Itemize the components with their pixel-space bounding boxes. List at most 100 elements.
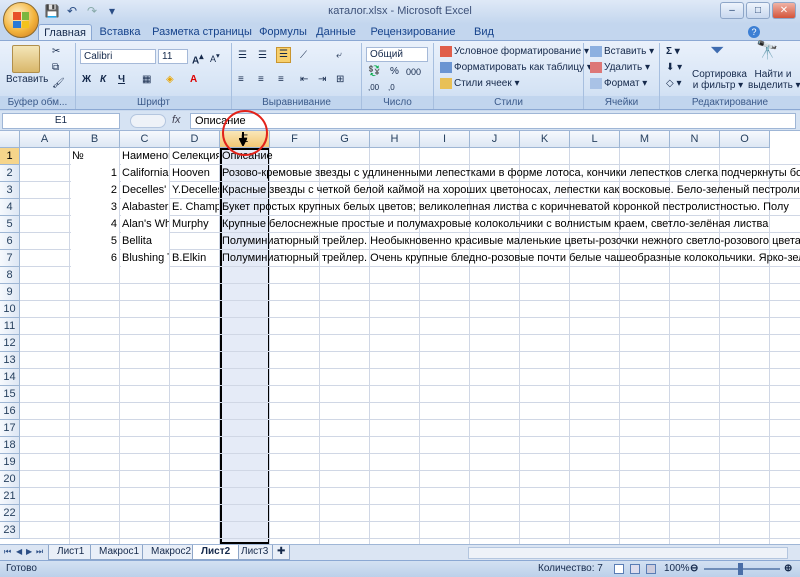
tab-view[interactable]: Вид [472, 24, 496, 40]
cell-c2[interactable]: California [121, 165, 169, 182]
tab-insert[interactable]: Вставка [96, 24, 144, 40]
cell-d1[interactable]: Селекция [171, 148, 219, 165]
borders-icon[interactable]: ▦ [142, 73, 151, 87]
column-header-l[interactable]: L [570, 131, 620, 148]
row-header-13[interactable]: 13 [0, 352, 20, 369]
align-top-icon[interactable]: ☰ [238, 49, 247, 63]
cell-c6[interactable]: Bellita [121, 233, 169, 250]
office-button[interactable] [3, 2, 39, 38]
cell-d5[interactable]: Murphy [171, 216, 219, 233]
cell-d2[interactable]: Hooven [171, 165, 219, 182]
help-icon[interactable]: ? [748, 26, 760, 38]
number-format-combo[interactable]: Общий [366, 47, 428, 62]
row-header-22[interactable]: 22 [0, 505, 20, 522]
tab-page-layout[interactable]: Разметка страницы [150, 24, 254, 40]
align-left-icon[interactable]: ≡ [238, 73, 244, 87]
tab-review[interactable]: Рецензирование [368, 24, 458, 40]
page-layout-view-icon[interactable] [630, 564, 640, 574]
conditional-formatting-button[interactable]: Условное форматирование ▾ [440, 45, 589, 59]
format-painter-icon[interactable]: 🖌 [52, 77, 65, 91]
increase-indent-icon[interactable]: ⇥ [318, 73, 326, 87]
row-header-20[interactable]: 20 [0, 471, 20, 488]
row-header-2[interactable]: 2 [0, 165, 20, 182]
cell-c3[interactable]: Decelles' [121, 182, 169, 199]
underline-icon[interactable]: Ч [118, 73, 125, 87]
minimize-button[interactable]: – [720, 2, 744, 19]
align-middle-icon[interactable]: ☰ [258, 49, 267, 63]
insert-function-icon[interactable]: fx [172, 114, 181, 126]
row-header-18[interactable]: 18 [0, 437, 20, 454]
column-header-f[interactable]: F [270, 131, 320, 148]
align-center-icon[interactable]: ≡ [258, 73, 264, 87]
name-box[interactable]: E1 [2, 113, 120, 129]
cell-e1[interactable]: Описание [221, 148, 800, 165]
row-header-5[interactable]: 5 [0, 216, 20, 233]
column-header-d[interactable]: D [170, 131, 220, 148]
cell-c5[interactable]: Alan's Wh [121, 216, 169, 233]
sheet-tab-list1[interactable]: Лист1 [48, 545, 94, 560]
column-header-n[interactable]: N [670, 131, 720, 148]
sheet-tab-macro1[interactable]: Макрос1 [90, 545, 149, 560]
italic-icon[interactable]: К [100, 73, 106, 87]
row-header-7[interactable]: 7 [0, 250, 20, 267]
wrap-text-icon[interactable]: ⤶ [336, 49, 342, 63]
cell-b1[interactable]: № [71, 148, 119, 165]
cell-d3[interactable]: Y.Decelles [171, 182, 219, 199]
row-header-8[interactable]: 8 [0, 267, 20, 284]
tab-data[interactable]: Данные [314, 24, 358, 40]
sheet-tab-list2[interactable]: Лист2 [192, 545, 240, 560]
close-button[interactable]: ✕ [772, 2, 796, 19]
sort-filter-icon[interactable]: ⏷ [710, 41, 724, 59]
cell-c1[interactable]: Наименов [121, 148, 169, 165]
row-header-21[interactable]: 21 [0, 488, 20, 505]
column-header-a[interactable]: A [20, 131, 70, 148]
font-size-combo[interactable]: 11 [158, 49, 188, 64]
row-header-1[interactable]: 1 [0, 148, 20, 165]
column-header-k[interactable]: K [520, 131, 570, 148]
increase-decimal-icon[interactable]: ,00 [368, 81, 379, 95]
format-as-table-button[interactable]: Форматировать как таблицу ▾ [440, 61, 592, 75]
zoom-in-icon[interactable]: ⊕ [784, 561, 792, 577]
autosum-icon[interactable]: Σ ▾ [666, 45, 680, 59]
decrease-decimal-icon[interactable]: ,0 [388, 81, 395, 95]
cell-b4[interactable]: 3 [71, 199, 119, 216]
maximize-button[interactable]: □ [746, 2, 770, 19]
fill-icon[interactable]: ⬇ ▾ [666, 61, 682, 75]
row-header-6[interactable]: 6 [0, 233, 20, 250]
row-header-12[interactable]: 12 [0, 335, 20, 352]
row-header-10[interactable]: 10 [0, 301, 20, 318]
cell-e4[interactable]: Букет простых крупных белых цветов; вели… [221, 199, 800, 216]
column-header-j[interactable]: J [470, 131, 520, 148]
find-select-icon[interactable]: 🔭 [756, 41, 778, 59]
column-header-h[interactable]: H [370, 131, 420, 148]
paste-button[interactable]: Вставить [6, 73, 48, 87]
cell-b5[interactable]: 4 [71, 216, 119, 233]
tab-formulas[interactable]: Формулы [256, 24, 310, 40]
row-header-16[interactable]: 16 [0, 403, 20, 420]
decrease-indent-icon[interactable]: ⇤ [300, 73, 308, 87]
cell-styles-button[interactable]: Стили ячеек ▾ [440, 77, 520, 91]
cell-b7[interactable]: 6 [71, 250, 119, 267]
row-header-11[interactable]: 11 [0, 318, 20, 335]
row-header-3[interactable]: 3 [0, 182, 20, 199]
delete-cells-button[interactable]: Удалить ▾ [590, 61, 650, 75]
grow-font-icon[interactable]: A▴ [192, 49, 203, 68]
clear-icon[interactable]: ◇ ▾ [666, 77, 682, 91]
spreadsheet-grid[interactable]: ABCDEFGHIJKLMNO1234567891011121314151617… [0, 131, 800, 544]
orientation-icon[interactable]: ⟋ [300, 49, 307, 63]
bold-icon[interactable]: Ж [82, 73, 91, 87]
row-header-15[interactable]: 15 [0, 386, 20, 403]
column-header-g[interactable]: G [320, 131, 370, 148]
cell-e2[interactable]: Розово-кремовые звезды с удлиненными леп… [221, 165, 800, 182]
currency-icon[interactable]: 💱 [368, 65, 380, 79]
cell-e3[interactable]: Красные звезды с четкой белой каймой на … [221, 182, 800, 199]
cut-icon[interactable]: ✂ [52, 45, 60, 59]
find-select-button[interactable]: Найти и выделить ▾ [748, 69, 800, 91]
select-all-corner[interactable] [0, 131, 20, 148]
formula-input[interactable]: Описание [190, 113, 796, 129]
page-break-view-icon[interactable] [646, 564, 656, 574]
insert-sheet-icon[interactable]: ✚ [272, 545, 291, 560]
cell-e6[interactable]: Полуминиатюрный трейлер. Необыкновенно к… [221, 233, 800, 250]
sort-filter-button[interactable]: Сортировка и фильтр ▾ [692, 69, 747, 91]
shrink-font-icon[interactable]: A▾ [210, 49, 220, 66]
